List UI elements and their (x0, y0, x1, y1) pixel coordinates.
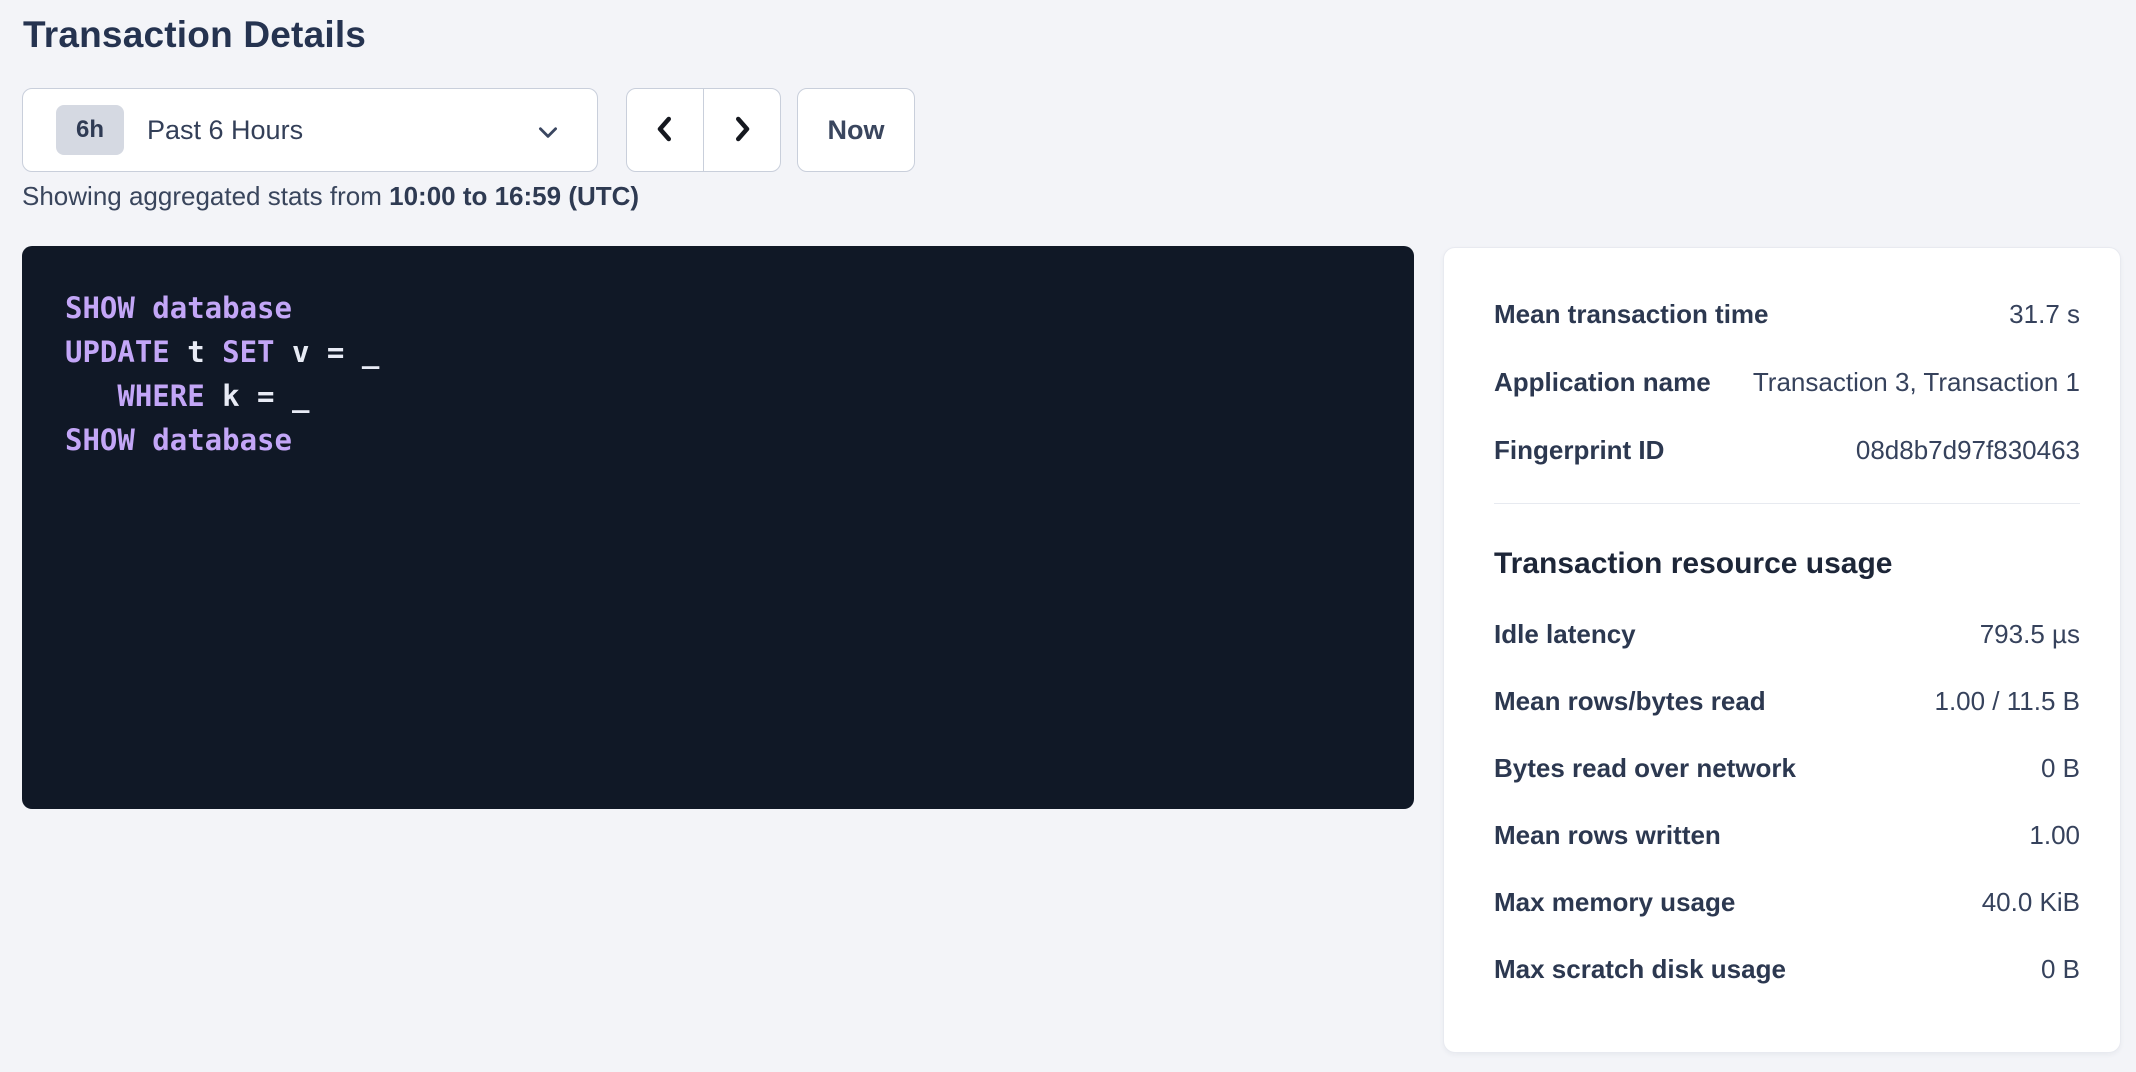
stat-value: 31.7 s (2009, 299, 2080, 330)
stat-label: Bytes read over network (1494, 753, 1796, 784)
stat-row-mean-rows-written: Mean rows written 1.00 (1494, 820, 2080, 852)
stat-row-fingerprint-id: Fingerprint ID 08d8b7d97f830463 (1494, 435, 2080, 467)
resource-usage-section-title: Transaction resource usage (1494, 547, 2080, 587)
chevron-right-icon (727, 112, 757, 149)
caption-prefix: Showing aggregated stats from (22, 181, 389, 211)
sql-code: SHOW databaseUPDATE t SET v = _ WHERE k … (65, 286, 1374, 462)
transaction-details-page: Transaction Details 6h Past 6 Hours Now … (0, 0, 2136, 1072)
page-title: Transaction Details (23, 14, 366, 56)
stat-label: Application name (1494, 367, 1711, 398)
stat-value: 0 B (2041, 954, 2080, 985)
time-range-badge: 6h (56, 105, 124, 155)
time-range-dropdown[interactable]: 6h Past 6 Hours (22, 88, 598, 172)
stat-label: Fingerprint ID (1494, 435, 1664, 466)
stat-row-bytes-read-over-network: Bytes read over network 0 B (1494, 753, 2080, 785)
stat-row-idle-latency: Idle latency 793.5 µs (1494, 619, 2080, 651)
stat-row-max-memory-usage: Max memory usage 40.0 KiB (1494, 887, 2080, 919)
next-range-button[interactable] (703, 88, 781, 172)
caption-time-range: 10:00 to 16:59 (UTC) (389, 181, 639, 211)
stat-value: 0 B (2041, 753, 2080, 784)
now-button[interactable]: Now (797, 88, 915, 172)
stat-value: 1.00 (2029, 820, 2080, 851)
stat-value: 793.5 µs (1980, 619, 2080, 650)
stat-label: Max scratch disk usage (1494, 954, 1786, 985)
stat-row-mean-transaction-time: Mean transaction time 31.7 s (1494, 299, 2080, 331)
stat-row-application-name: Application name Transaction 3, Transact… (1494, 367, 2080, 399)
stat-row-max-scratch-disk-usage: Max scratch disk usage 0 B (1494, 954, 2080, 986)
stat-label: Max memory usage (1494, 887, 1735, 918)
aggregated-stats-caption: Showing aggregated stats from 10:00 to 1… (22, 181, 639, 212)
time-nav-group (626, 88, 781, 172)
stat-value: Transaction 3, Transaction 1 (1753, 367, 2080, 398)
stat-value: 08d8b7d97f830463 (1856, 435, 2080, 466)
stat-row-mean-rows-bytes-read: Mean rows/bytes read 1.00 / 11.5 B (1494, 686, 2080, 718)
panel-divider (1494, 503, 2080, 504)
time-range-label: Past 6 Hours (147, 115, 303, 146)
stat-label: Mean transaction time (1494, 299, 1769, 330)
prev-range-button[interactable] (626, 88, 704, 172)
stat-label: Idle latency (1494, 619, 1636, 650)
stat-value: 1.00 / 11.5 B (1934, 686, 2080, 717)
chevron-left-icon (650, 112, 680, 149)
chevron-down-icon (535, 119, 561, 150)
resource-usage-rows: Idle latency 793.5 µs Mean rows/bytes re… (1494, 619, 2080, 986)
sql-statement-box: SHOW databaseUPDATE t SET v = _ WHERE k … (22, 246, 1414, 809)
stat-label: Mean rows/bytes read (1494, 686, 1766, 717)
stat-value: 40.0 KiB (1982, 887, 2080, 918)
stat-label: Mean rows written (1494, 820, 1721, 851)
transaction-summary-panel: Mean transaction time 31.7 s Application… (1443, 247, 2121, 1053)
